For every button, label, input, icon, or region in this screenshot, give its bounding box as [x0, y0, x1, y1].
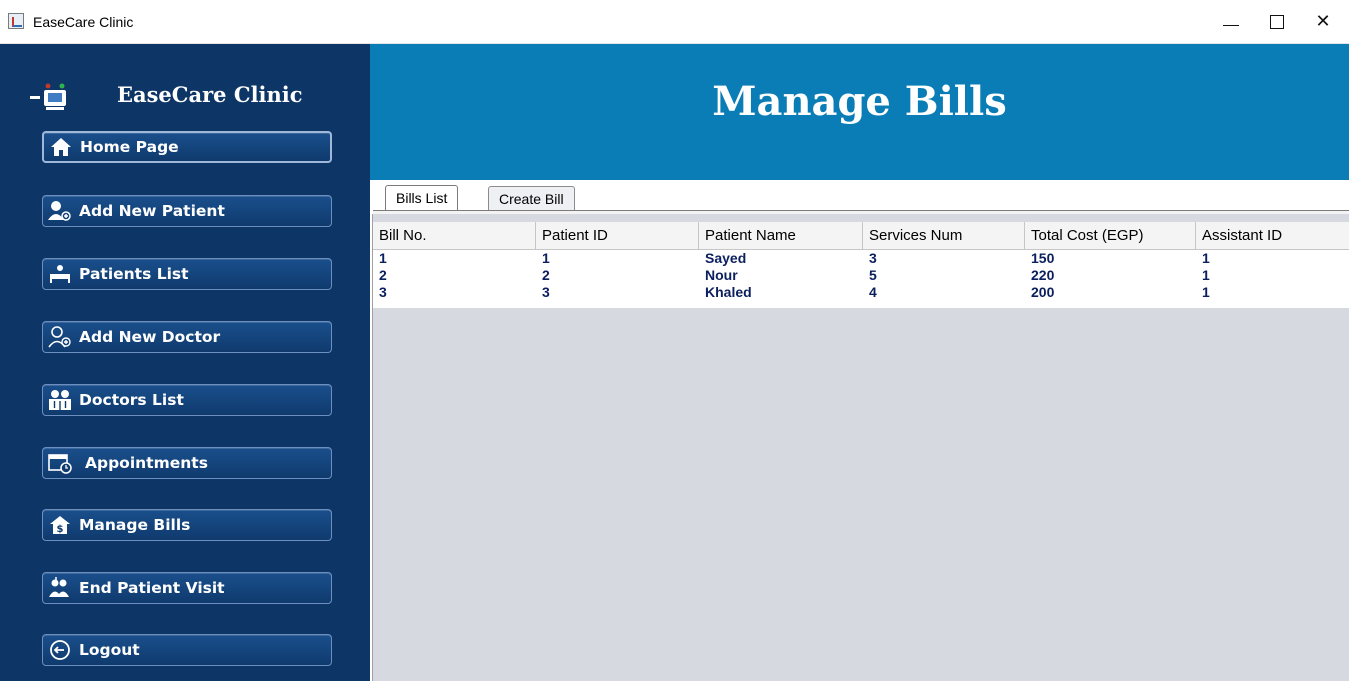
table-cell: 2 [379, 267, 387, 283]
sidebar-item-label: Home Page [80, 138, 179, 156]
sidebar-item-end-patient-visit[interactable]: End Patient Visit [42, 572, 332, 604]
table-cell: 3 [869, 250, 877, 266]
table-cell: 1 [379, 250, 387, 266]
end-visit-icon [47, 576, 73, 600]
close-button[interactable]: ✕ [1300, 0, 1346, 43]
home-icon [48, 135, 74, 159]
logout-icon [47, 638, 73, 662]
table-row[interactable]: 1 1 Sayed 3 150 1 [373, 250, 1349, 267]
minimize-button[interactable] [1208, 0, 1254, 43]
page-header: Manage Bills [370, 44, 1349, 180]
doctors-list-icon [47, 388, 73, 412]
sidebar-brand-title: EaseCare Clinic [117, 82, 303, 107]
table-cell: Khaled [705, 284, 752, 300]
table-cell: 3 [542, 284, 550, 300]
sidebar-item-label: Logout [79, 641, 140, 659]
column-header-total-cost[interactable]: Total Cost (EGP) [1025, 222, 1196, 249]
java-app-icon [8, 13, 24, 29]
sidebar-item-manage-bills[interactable]: $ Manage Bills [42, 509, 332, 541]
table-cell: 200 [1031, 284, 1055, 300]
table-cell: 220 [1031, 267, 1055, 283]
sidebar-item-label: End Patient Visit [79, 579, 225, 597]
table-body: 1 1 Sayed 3 150 1 2 2 Nour 5 220 1 3 3 K… [373, 250, 1349, 308]
table-cell: 1 [1202, 267, 1210, 283]
table-row[interactable]: 2 2 Nour 5 220 1 [373, 267, 1349, 284]
table-cell: Nour [705, 267, 738, 283]
column-header-services-num[interactable]: Services Num [863, 222, 1025, 249]
window-titlebar: EaseCare Clinic ✕ [0, 0, 1349, 44]
minimize-icon [1223, 25, 1239, 26]
sidebar-item-label: Manage Bills [79, 516, 191, 534]
tab-create-bill[interactable]: Create Bill [488, 186, 575, 210]
sidebar-item-doctors-list[interactable]: Doctors List [42, 384, 332, 416]
table-cell: 150 [1031, 250, 1055, 266]
sidebar-item-add-new-doctor[interactable]: Add New Doctor [42, 321, 332, 353]
sidebar-item-label: Appointments [85, 454, 208, 472]
table-cell: 4 [869, 284, 877, 300]
table-cell: 1 [1202, 284, 1210, 300]
table-cell: 2 [542, 267, 550, 283]
patients-list-icon [47, 262, 73, 286]
column-header-bill-no[interactable]: Bill No. [373, 222, 536, 249]
table-row[interactable]: 3 3 Khaled 4 200 1 [373, 284, 1349, 301]
calendar-icon [47, 451, 73, 475]
maximize-button[interactable] [1254, 0, 1300, 43]
sidebar-item-home-page[interactable]: Home Page [42, 131, 332, 163]
tab-bills-list[interactable]: Bills List [385, 185, 459, 212]
column-header-assistant-id[interactable]: Assistant ID [1196, 222, 1349, 249]
sidebar-item-patients-list[interactable]: Patients List [42, 258, 332, 290]
column-header-patient-name[interactable]: Patient Name [699, 222, 863, 249]
column-header-patient-id[interactable]: Patient ID [536, 222, 699, 249]
sidebar: EaseCare Clinic Home Page Add New Patien… [0, 44, 370, 681]
table-cell: 5 [869, 267, 877, 283]
sidebar-item-label: Add New Patient [79, 202, 225, 220]
table-header: Bill No. Patient ID Patient Name Service… [373, 222, 1349, 250]
bill-icon: $ [47, 513, 73, 537]
add-doctor-icon [47, 325, 73, 349]
window-title: EaseCare Clinic [33, 14, 134, 30]
table-cell: 1 [542, 250, 550, 266]
sidebar-item-label: Patients List [79, 265, 189, 283]
add-patient-icon [47, 199, 73, 223]
sidebar-item-appointments[interactable]: Appointments [42, 447, 332, 479]
bills-table: Bill No. Patient ID Patient Name Service… [372, 214, 1349, 681]
sidebar-item-label: Add New Doctor [79, 328, 221, 346]
svg-text:$: $ [57, 524, 64, 535]
clinic-logo-icon [30, 83, 66, 110]
sidebar-item-label: Doctors List [79, 391, 184, 409]
maximize-icon [1270, 14, 1284, 29]
table-cell: 1 [1202, 250, 1210, 266]
close-icon: ✕ [1315, 11, 1331, 31]
table-cell: Sayed [705, 250, 747, 266]
sidebar-item-logout[interactable]: Logout [42, 634, 332, 666]
table-cell: 3 [379, 284, 387, 300]
page-title: Manage Bills [712, 78, 1007, 125]
sidebar-item-add-new-patient[interactable]: Add New Patient [42, 195, 332, 227]
